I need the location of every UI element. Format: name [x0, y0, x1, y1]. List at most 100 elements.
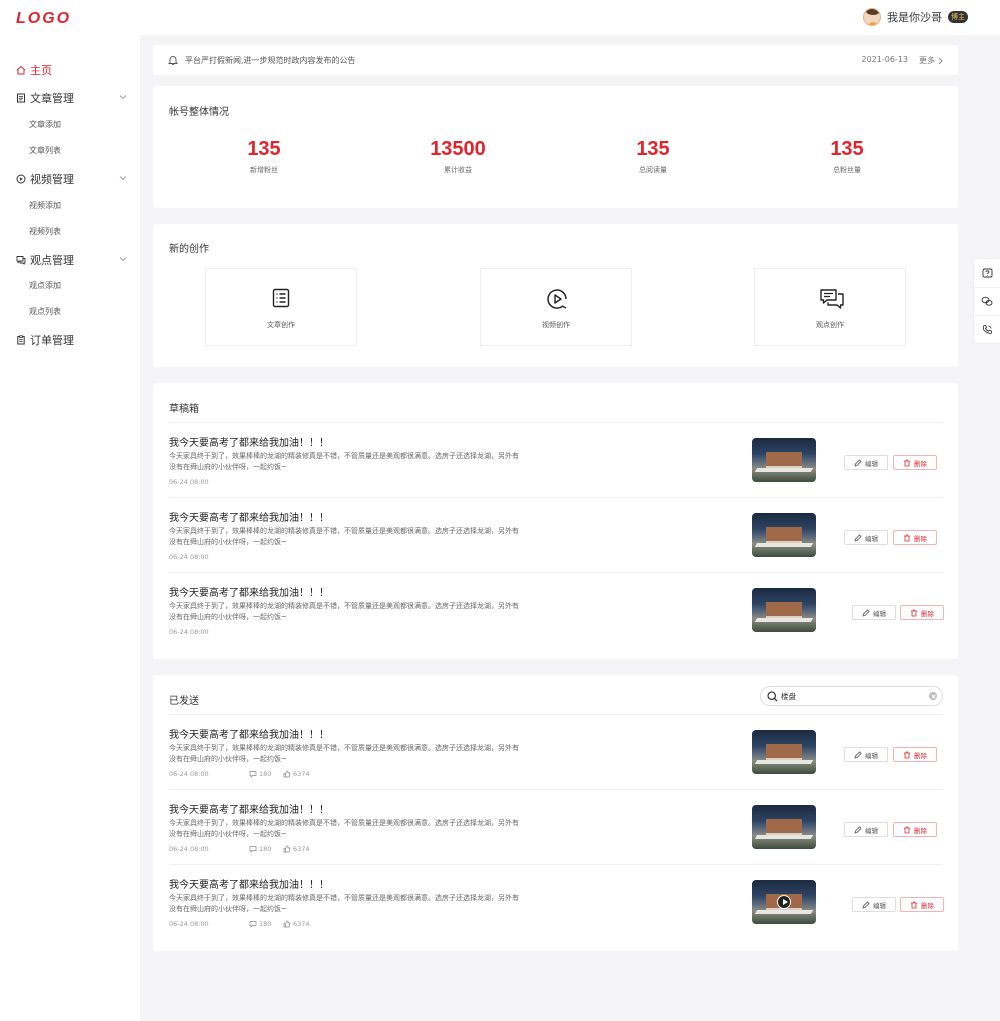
- sidebar-subitem-video-add[interactable]: 视频添加: [29, 199, 61, 213]
- edit-button[interactable]: 编辑: [844, 822, 888, 837]
- item-description: 今天家具终于到了，效果棒棒的龙湖的精装修真是不错，不管质量还是美观都很满意。选房…: [169, 527, 519, 546]
- video-create-icon: [547, 289, 567, 309]
- item-title[interactable]: 我今天要高考了都来给我加油！！！: [169, 509, 329, 524]
- item-title[interactable]: 我今天要高考了都来给我加油！！！: [169, 726, 329, 741]
- edit-label: 编辑: [865, 751, 878, 760]
- like-count[interactable]: 6374: [283, 845, 317, 853]
- sidebar-item-order[interactable]: 订单管理: [0, 327, 140, 353]
- stat-label: 总阅读量: [639, 166, 667, 174]
- new-creation-card: 新的创作 文章创作 视频创作 观点创作: [153, 224, 958, 367]
- like-count[interactable]: 6374: [283, 920, 317, 928]
- video-icon: [16, 174, 26, 184]
- notice-text[interactable]: 平台严打假新闻,进一步规范时政内容发布的公告: [185, 55, 356, 66]
- help-icon: [982, 268, 992, 277]
- sidebar-subitem-article-add[interactable]: 文章添加: [29, 118, 61, 132]
- sidebar-item-opinion[interactable]: 观点管理: [0, 247, 140, 273]
- item-meta: 06-24 08:00 180 6374: [169, 770, 317, 778]
- list-item[interactable]: 我今天要高考了都来给我加油！！！ 今天家具终于到了，效果棒棒的龙湖的精装修真是不…: [169, 422, 943, 497]
- item-meta: 06-24 08:00: [169, 478, 249, 486]
- list-item[interactable]: 我今天要高考了都来给我加油！！！ 今天家具终于到了，效果棒棒的龙湖的精装修真是不…: [169, 497, 943, 572]
- item-date: 06-24 08:00: [169, 553, 209, 561]
- sidebar-item-label: 主页: [30, 64, 52, 77]
- chat-button[interactable]: [974, 287, 1000, 315]
- comment-icon: [249, 771, 257, 778]
- logo[interactable]: LOGO: [16, 10, 71, 28]
- comment-count[interactable]: 180: [249, 920, 283, 928]
- comment-icon: [16, 255, 26, 265]
- like-count-value: 6374: [293, 770, 310, 778]
- item-title[interactable]: 我今天要高考了都来给我加油！！！: [169, 876, 329, 891]
- trash-icon: [904, 826, 910, 833]
- create-article-button[interactable]: 文章创作: [205, 268, 357, 346]
- item-title[interactable]: 我今天要高考了都来给我加油！！！: [169, 434, 329, 449]
- item-thumbnail[interactable]: [752, 730, 816, 774]
- sidebar-item-video[interactable]: 视频管理: [0, 166, 140, 192]
- comment-count[interactable]: 180: [249, 770, 283, 778]
- sidebar-subitem-video-list[interactable]: 视频列表: [29, 225, 61, 239]
- list-item[interactable]: 我今天要高考了都来给我加油！！！ 今天家具终于到了，效果棒棒的龙湖的精装修真是不…: [169, 714, 943, 789]
- delete-button[interactable]: 删除: [893, 822, 937, 837]
- delete-button[interactable]: 删除: [900, 605, 944, 620]
- notice-more-link[interactable]: 更多: [919, 55, 944, 66]
- comment-count[interactable]: 180: [249, 845, 283, 853]
- edit-button[interactable]: 编辑: [844, 747, 888, 762]
- item-thumbnail[interactable]: [752, 588, 816, 632]
- sidebar-subitem-opinion-add[interactable]: 观点添加: [29, 279, 61, 293]
- item-thumbnail[interactable]: [752, 438, 816, 482]
- item-title[interactable]: 我今天要高考了都来给我加油！！！: [169, 584, 329, 599]
- stat-total-reads: 135 总阅读量: [593, 138, 713, 175]
- sidebar-item-label: 订单管理: [30, 334, 74, 347]
- delete-button[interactable]: 删除: [893, 455, 937, 470]
- chevron-down-icon[interactable]: [118, 254, 128, 264]
- item-title[interactable]: 我今天要高考了都来给我加油！！！: [169, 801, 329, 816]
- delete-label: 删除: [914, 534, 927, 543]
- search-input[interactable]: [781, 690, 921, 703]
- drafts-title: 草稿箱: [169, 404, 199, 415]
- new-creation-title: 新的创作: [169, 244, 209, 255]
- phone-button[interactable]: [974, 315, 1000, 343]
- avatar[interactable]: [863, 8, 881, 26]
- item-meta: 06-24 08:00 180 6374: [169, 845, 317, 853]
- stat-value: 135: [636, 138, 670, 160]
- delete-button[interactable]: 删除: [900, 897, 944, 912]
- create-video-button[interactable]: 视频创作: [480, 268, 632, 346]
- list-item[interactable]: 我今天要高考了都来给我加油！！！ 今天家具终于到了，效果棒棒的龙湖的精装修真是不…: [169, 572, 944, 647]
- clear-icon[interactable]: [929, 692, 937, 700]
- home-icon: [16, 65, 26, 75]
- stat-total-fans: 135 总粉丝量: [787, 138, 907, 175]
- edit-button[interactable]: 编辑: [844, 455, 888, 470]
- list-item[interactable]: 我今天要高考了都来给我加油！！！ 今天家具终于到了，效果棒棒的龙湖的精装修真是不…: [169, 864, 944, 939]
- item-thumbnail[interactable]: [752, 880, 816, 924]
- item-meta: 06-24 08:00: [169, 553, 249, 561]
- search-box[interactable]: [760, 686, 943, 706]
- comment-icon: [249, 846, 257, 853]
- like-count-value: 6374: [293, 920, 310, 928]
- create-opinion-button[interactable]: 观点创作: [754, 268, 906, 346]
- user-name: 我是你沙哥: [887, 11, 942, 24]
- help-button[interactable]: [974, 259, 1000, 287]
- comment-count-value: 180: [259, 770, 272, 778]
- like-count[interactable]: 6374: [283, 770, 317, 778]
- sidebar-item-home[interactable]: 主页: [0, 57, 140, 83]
- delete-button[interactable]: 删除: [893, 747, 937, 762]
- item-thumbnail[interactable]: [752, 805, 816, 849]
- account-overview-title: 帐号整体情况: [169, 107, 229, 118]
- delete-label: 删除: [921, 901, 934, 910]
- delete-button[interactable]: 删除: [893, 530, 937, 545]
- pencil-icon: [862, 900, 870, 909]
- sidebar-subitem-opinion-list[interactable]: 观点列表: [29, 305, 61, 319]
- play-icon[interactable]: [777, 895, 791, 909]
- edit-button[interactable]: 编辑: [844, 530, 888, 545]
- sidebar-subitem-article-list[interactable]: 文章列表: [29, 144, 61, 158]
- bell-icon: [167, 56, 179, 65]
- edit-button[interactable]: 编辑: [852, 605, 896, 620]
- notice-bar: 平台严打假新闻,进一步规范时政内容发布的公告 2021-06-13 更多: [153, 45, 958, 75]
- chevron-down-icon[interactable]: [118, 92, 128, 102]
- edit-button[interactable]: 编辑: [852, 897, 896, 912]
- list-item[interactable]: 我今天要高考了都来给我加油！！！ 今天家具终于到了，效果棒棒的龙湖的精装修真是不…: [169, 789, 943, 864]
- user-profile[interactable]: 我是你沙哥 博主: [863, 8, 968, 26]
- item-thumbnail[interactable]: [752, 513, 816, 557]
- sidebar-item-article[interactable]: 文章管理: [0, 85, 140, 111]
- pencil-icon: [854, 458, 862, 467]
- chevron-down-icon[interactable]: [118, 173, 128, 183]
